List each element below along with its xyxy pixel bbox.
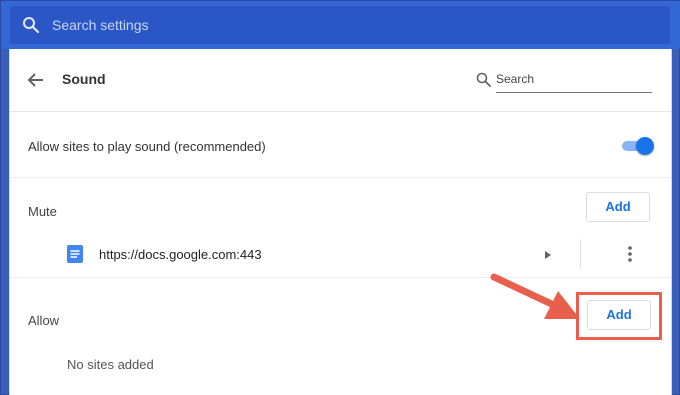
settings-content: Sound Search Allow sites to play sound (… bbox=[9, 49, 672, 395]
site-row: https://docs.google.com:443 bbox=[10, 239, 671, 269]
arrow-pointer-icon bbox=[490, 273, 580, 319]
search-icon bbox=[476, 72, 492, 88]
allow-add-button[interactable]: Add bbox=[587, 300, 651, 330]
page-title: Sound bbox=[62, 71, 106, 87]
docs-icon bbox=[67, 245, 83, 263]
sound-toggle[interactable] bbox=[620, 137, 654, 155]
page-search-input[interactable]: Search bbox=[496, 72, 534, 86]
divider bbox=[10, 177, 671, 178]
arrow-back-icon[interactable] bbox=[26, 70, 46, 90]
allow-section-title: Allow bbox=[28, 313, 60, 328]
search-icon bbox=[22, 16, 40, 34]
settings-search-box[interactable]: Search settings bbox=[10, 6, 670, 44]
top-bar: Search settings bbox=[1, 1, 680, 49]
site-url[interactable]: https://docs.google.com:443 bbox=[99, 247, 262, 262]
vertical-divider bbox=[580, 239, 581, 269]
toggle-knob bbox=[636, 137, 654, 155]
settings-window: Search settings Sound Search Allow sites… bbox=[0, 0, 680, 395]
mute-add-button[interactable]: Add bbox=[586, 192, 650, 222]
sound-toggle-label: Allow sites to play sound (recommended) bbox=[28, 139, 266, 154]
page-search[interactable]: Search bbox=[476, 69, 652, 93]
allow-empty-text: No sites added bbox=[67, 357, 154, 372]
more-vert-icon[interactable] bbox=[622, 245, 638, 263]
page-header: Sound Search bbox=[10, 49, 671, 112]
mute-section-title: Mute bbox=[28, 204, 57, 219]
search-underline bbox=[496, 92, 652, 93]
chevron-right-icon[interactable] bbox=[543, 248, 553, 260]
settings-search-input[interactable]: Search settings bbox=[52, 17, 149, 33]
